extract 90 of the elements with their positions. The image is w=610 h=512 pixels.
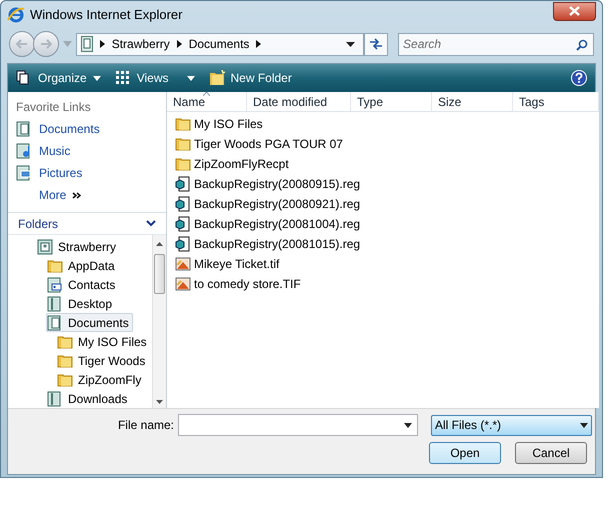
favorite-link[interactable]: Pictures (8, 162, 166, 184)
music-library-icon (16, 143, 32, 159)
window-title: Windows Internet Explorer (30, 6, 182, 24)
document-library-icon (16, 121, 32, 137)
registry-file-icon (175, 196, 191, 212)
tree-item[interactable]: AppData (46, 256, 119, 275)
tree-item[interactable]: Tiger Woods (56, 351, 150, 370)
column-header[interactable]: Name (167, 92, 247, 111)
pane-heading[interactable]: Folders (18, 214, 58, 232)
tree-item[interactable]: Documents (46, 313, 133, 332)
folder-icon (175, 116, 191, 132)
tree-item[interactable]: Desktop (46, 294, 116, 313)
contacts-icon (47, 276, 63, 292)
library-icon (47, 296, 63, 312)
registry-file-icon (175, 216, 191, 232)
open-button[interactable]: Open (429, 442, 501, 464)
cancel-button[interactable]: Cancel (515, 442, 587, 464)
file-item[interactable]: ZipZoomFlyRecpt (167, 154, 292, 174)
folder-icon (57, 334, 73, 350)
file-item[interactable]: BackupRegistry(20081004).reg (167, 214, 364, 234)
chevron-right-icon[interactable] (100, 40, 105, 48)
refresh-arrows-icon (369, 38, 384, 50)
file-item[interactable]: BackupRegistry(20081015).reg (167, 234, 364, 254)
caret-icon (186, 76, 194, 80)
file-item[interactable]: Mikeye Ticket.tif (167, 254, 282, 274)
back-button[interactable] (9, 31, 35, 57)
file-name-field[interactable] (178, 414, 418, 436)
refresh-button[interactable] (364, 32, 388, 56)
pane-heading: Favorite Links (15, 99, 92, 116)
scroll-down-icon[interactable] (156, 400, 163, 404)
file-item[interactable]: My ISO Files (167, 114, 266, 134)
document-library-icon (47, 314, 63, 330)
folder-icon (175, 136, 191, 152)
close-icon (569, 6, 580, 16)
address-bar[interactable]: Strawberry Documents (76, 32, 364, 56)
file-item[interactable]: BackupRegistry(20080915).reg (167, 174, 364, 194)
column-header[interactable]: Type (351, 92, 432, 111)
tree-item[interactable]: Contacts (46, 275, 120, 294)
dropdown-arrow-icon[interactable] (404, 423, 412, 428)
user-folder-icon (37, 238, 53, 254)
tree-item[interactable]: Downloads (46, 389, 132, 408)
file-item[interactable]: to comedy store.TIF (167, 274, 304, 294)
column-header[interactable]: Date modified (247, 92, 351, 111)
dropdown-arrow-icon[interactable] (346, 42, 356, 46)
scrollbar[interactable] (152, 235, 166, 408)
forward-button[interactable] (32, 31, 59, 57)
chevron-right-icon[interactable] (176, 40, 182, 48)
chevron-down-icon[interactable] (146, 220, 156, 227)
registry-file-icon (175, 236, 191, 252)
back-arrow-icon (16, 39, 28, 49)
toolbar-button[interactable]: Views (114, 69, 194, 87)
column-header[interactable]: Tags (513, 92, 599, 111)
favorite-link[interactable]: Music (8, 140, 166, 162)
tree-item[interactable]: Strawberry (36, 237, 120, 256)
folder-icon (57, 352, 73, 368)
toolbar-button[interactable]: Organize (16, 69, 101, 87)
file-item[interactable]: BackupRegistry(20080921).reg (167, 194, 364, 214)
new-folder-icon (208, 70, 224, 86)
registry-file-icon (175, 176, 191, 192)
help-icon[interactable] (571, 70, 587, 86)
image-file-icon (175, 276, 191, 292)
library-icon (80, 36, 93, 52)
browser-logo-icon (7, 6, 25, 24)
folder-icon (175, 156, 191, 172)
column-header[interactable]: Size (432, 92, 513, 111)
search-field[interactable]: Search (398, 32, 594, 56)
scroll-up-icon[interactable] (156, 242, 163, 246)
scroll-thumb[interactable] (154, 254, 165, 294)
breadcrumb-item[interactable]: Strawberry (112, 35, 170, 53)
tree-item[interactable]: My ISO Files (56, 332, 151, 351)
close-button[interactable] (553, 2, 596, 20)
breadcrumb-item[interactable]: Documents (188, 35, 250, 53)
tree-item[interactable]: ZipZoomFly (56, 370, 146, 389)
grid-icon (114, 70, 131, 86)
favorite-link[interactable]: Documents (8, 118, 166, 140)
more-link[interactable]: More (8, 184, 166, 206)
file-item[interactable]: Tiger Woods PGA TOUR 07 (167, 134, 346, 154)
folder-icon (47, 258, 63, 274)
double-chevron-icon (72, 192, 82, 198)
file-name-label: File name: (116, 417, 174, 434)
chevron-right-icon[interactable] (256, 40, 262, 48)
toolbar-button[interactable]: New Folder (208, 69, 292, 87)
search-icon[interactable] (576, 38, 588, 50)
file-type-dropdown[interactable]: All Files (*.*) (431, 414, 592, 436)
picture-library-icon (16, 165, 32, 181)
dropdown-arrow-icon (580, 422, 588, 428)
caret-icon (92, 76, 101, 80)
forward-arrow-icon (40, 39, 52, 49)
image-file-icon (175, 256, 191, 272)
folder-icon (57, 372, 73, 388)
